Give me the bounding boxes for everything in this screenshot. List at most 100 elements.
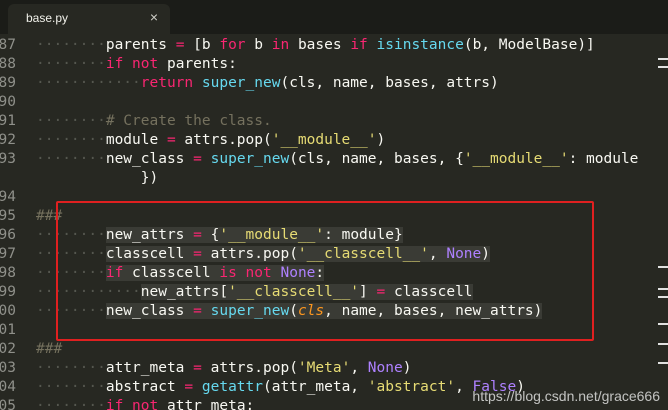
line-number: 102 <box>0 341 16 357</box>
code-token: }) <box>36 170 159 186</box>
code-token: , <box>350 360 368 376</box>
code-token: ### <box>36 341 63 357</box>
line-number: 91 <box>0 113 16 129</box>
minimap-mark <box>658 323 668 325</box>
code-token: = <box>184 379 194 395</box>
code-token: (attr_meta, <box>263 379 368 395</box>
minimap-mark <box>658 288 668 290</box>
code-line[interactable]: 91 ········# Create the class. <box>0 112 668 131</box>
minimap-mark <box>658 66 668 68</box>
minimap-mark <box>658 362 668 364</box>
code-text: ············return super_new(cls, name, … <box>36 74 499 93</box>
line-number: 96 <box>0 227 16 243</box>
code-token: 'abstract' <box>367 379 456 395</box>
code-token: not <box>132 398 159 410</box>
code-token: in <box>271 37 290 53</box>
code-token: [b <box>184 37 220 53</box>
code-token: ) <box>402 360 412 376</box>
code-text: }) <box>36 169 158 188</box>
code-line[interactable]: 89 ············return super_new(cls, name… <box>0 74 668 93</box>
code-text: ········parents = [b for b in bases if i… <box>36 36 595 55</box>
code-token: 'Meta' <box>297 360 351 376</box>
code-token: getattr <box>201 379 263 395</box>
indent-guide: ········ <box>36 113 106 129</box>
indent-guide: ········ <box>36 37 106 53</box>
code-token: super_new <box>210 151 290 167</box>
code-line[interactable]: 93 ········new_class = super_new(cls, nam… <box>0 150 668 169</box>
code-token: module <box>105 132 167 148</box>
code-line[interactable]: 90 <box>0 93 668 112</box>
code-text: ········attr_meta = attrs.pop('Meta', No… <box>36 359 411 378</box>
code-line[interactable]: 103 ········attr_meta = attrs.pop('Meta',… <box>0 359 668 378</box>
line-number: 97 <box>0 246 16 262</box>
line-number: 104 <box>0 379 16 395</box>
code-line[interactable]: 92 ········module = attrs.pop('__module__… <box>0 131 668 150</box>
code-token: (cls, name, bases, { <box>289 151 464 167</box>
code-text: ········# Create the class. <box>36 112 272 131</box>
indent-guide: ········ <box>36 132 106 148</box>
code-token: , <box>455 379 473 395</box>
code-text: ········if not attr_meta: <box>36 397 254 410</box>
watermark: https://blog.csdn.net/grace666 <box>472 388 660 404</box>
line-number: 100 <box>0 303 16 319</box>
close-icon[interactable]: × <box>150 9 158 25</box>
code-token: '__module__' <box>463 151 569 167</box>
code-token: return <box>140 75 194 91</box>
annotation-highlight-box <box>56 201 594 341</box>
minimap-mark <box>658 266 668 268</box>
code-line[interactable]: 102 ### <box>0 340 668 359</box>
line-number: 90 <box>0 94 16 110</box>
code-token: = <box>193 360 202 376</box>
code-token: (b, ModelBase)] <box>463 37 595 53</box>
indent-guide: ········ <box>36 56 106 72</box>
minimap-mark <box>658 343 668 345</box>
indent-guide: ········ <box>36 398 106 410</box>
code-token: for <box>219 37 246 53</box>
code-token: bases <box>289 37 351 53</box>
code-token: attr_meta <box>105 360 194 376</box>
indent-guide: ········ <box>36 379 106 395</box>
code-text: ········new_class = super_new(cls, name,… <box>36 150 638 169</box>
code-token: parents: <box>158 56 237 72</box>
line-number: 93 <box>0 151 16 167</box>
code-token: abstract <box>105 379 185 395</box>
code-token: if <box>105 56 124 72</box>
code-token: isinstance <box>376 37 464 53</box>
code-token: = <box>166 132 176 148</box>
code-token: attr_meta: <box>158 398 255 410</box>
line-number: 88 <box>0 56 16 72</box>
minimap-mark <box>658 58 668 60</box>
indent-guide: ············ <box>36 75 141 91</box>
scrollbar[interactable] <box>655 0 668 410</box>
code-line[interactable]: 87 ········parents = [b for b in bases if… <box>0 36 668 55</box>
line-number: 99 <box>0 284 16 300</box>
tab-base-py[interactable]: base.py × <box>8 4 170 34</box>
code-token: new_class <box>105 151 194 167</box>
line-number: 92 <box>0 132 16 148</box>
line-number: 105 <box>0 398 16 410</box>
code-line[interactable]: }) <box>0 169 668 188</box>
minimap-mark <box>658 296 668 298</box>
code-token: if <box>105 398 124 410</box>
indent-guide: ········ <box>36 151 106 167</box>
code-text: ········abstract = getattr(attr_meta, 'a… <box>36 378 525 397</box>
code-token: : module <box>568 151 639 167</box>
code-token: if <box>350 37 368 53</box>
code-token: not <box>132 56 159 72</box>
tab-label: base.py <box>26 11 69 25</box>
code-line[interactable]: 88 ········if not parents: <box>0 55 668 74</box>
code-token: (cls, name, bases, attrs) <box>280 75 499 91</box>
code-token: super_new <box>201 75 281 91</box>
line-number: 103 <box>0 360 16 376</box>
code-token: attrs.pop( <box>201 360 298 376</box>
code-token: '__module__' <box>271 132 377 148</box>
code-token: attrs.pop( <box>175 132 272 148</box>
code-token: b <box>245 37 272 53</box>
line-number: 101 <box>0 322 16 338</box>
